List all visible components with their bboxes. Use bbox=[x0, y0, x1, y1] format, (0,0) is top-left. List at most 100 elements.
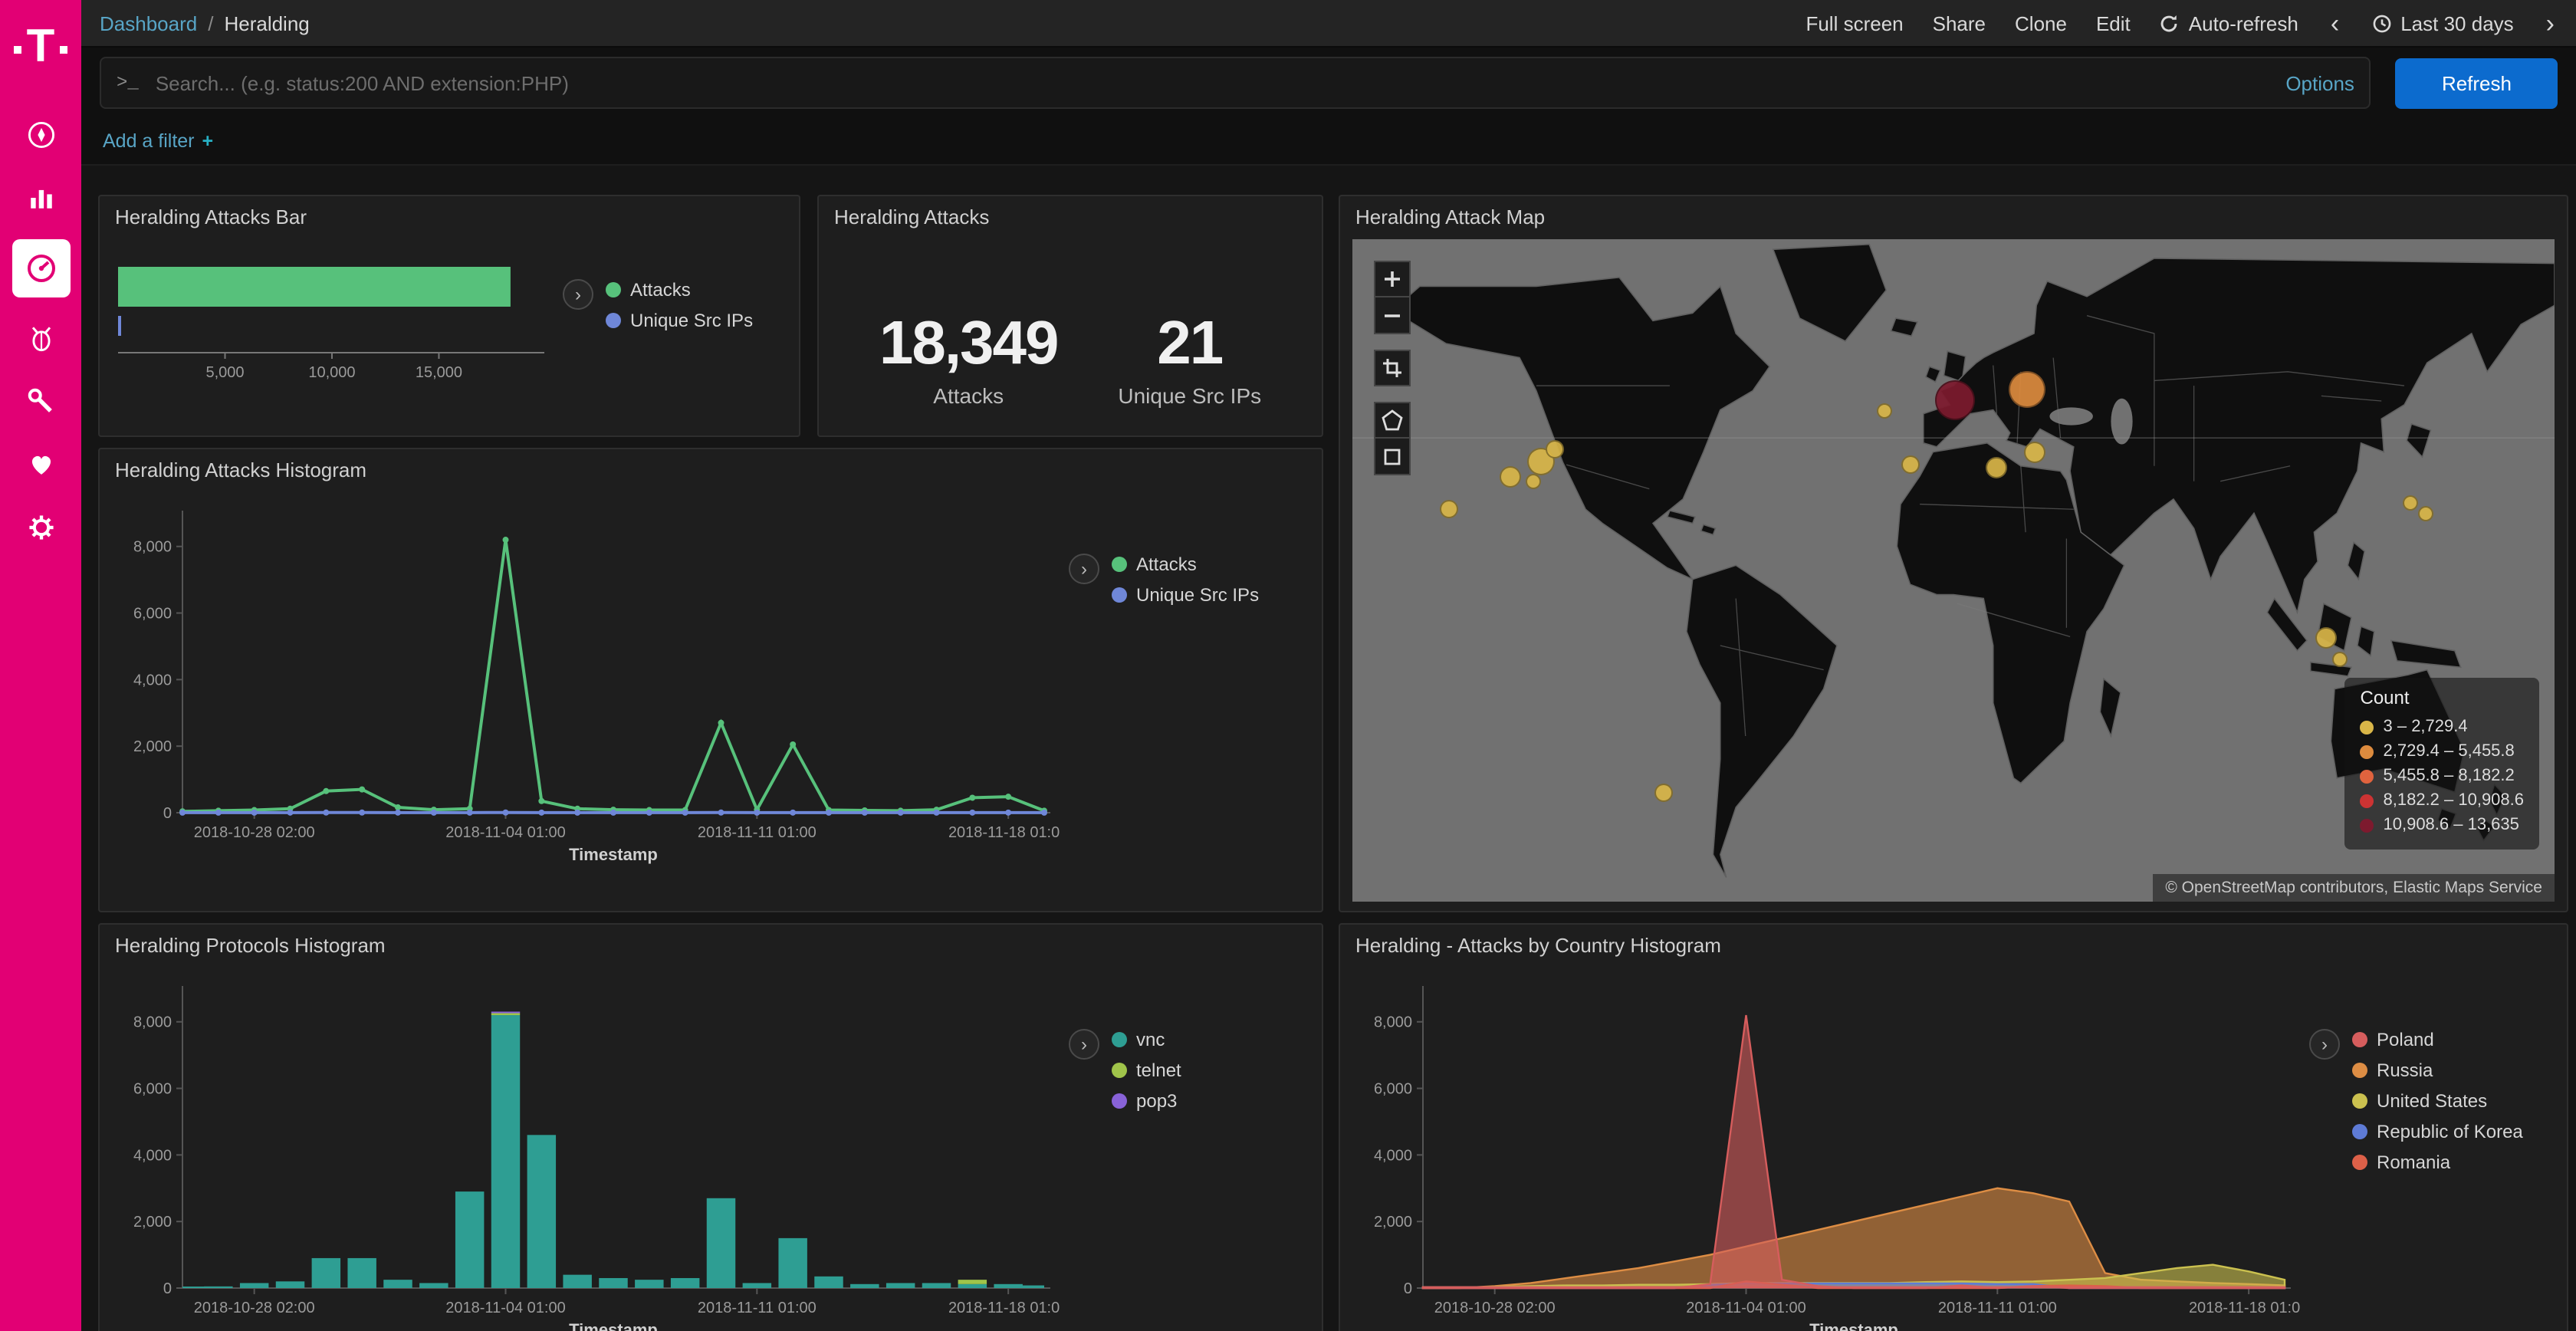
legend-collapse-button[interactable]: › bbox=[563, 279, 593, 310]
svg-text:6,000: 6,000 bbox=[1374, 1081, 1412, 1098]
zoom-out-button[interactable] bbox=[1374, 297, 1411, 334]
svg-text:2018-10-28 02:00: 2018-10-28 02:00 bbox=[194, 1300, 315, 1316]
metric-unique-src-ips: 21 Unique Src IPs bbox=[1118, 310, 1261, 408]
attack-bubble[interactable] bbox=[1901, 456, 1920, 475]
panel-title: Heralding Attacks Bar bbox=[100, 196, 799, 239]
sidebar-item-monitoring[interactable] bbox=[19, 443, 62, 486]
sidebar-item-management[interactable] bbox=[19, 506, 62, 549]
legend-item[interactable]: Attacks bbox=[1112, 554, 1259, 575]
edit-button[interactable]: Edit bbox=[2096, 12, 2131, 35]
map-legend-swatch bbox=[2361, 818, 2374, 832]
legend-label: Russia bbox=[2377, 1060, 2433, 1081]
full-screen-button[interactable]: Full screen bbox=[1806, 12, 1903, 35]
legend-item[interactable]: Romania bbox=[2352, 1152, 2523, 1173]
attack-bubble[interactable] bbox=[1654, 783, 1673, 801]
plus-icon bbox=[1383, 270, 1401, 288]
map-controls bbox=[1374, 261, 1411, 491]
map-legend-title: Count bbox=[2361, 687, 2525, 708]
legend-item[interactable]: Attacks bbox=[606, 279, 753, 301]
panel-title: Heralding - Attacks by Country Histogram bbox=[1340, 925, 2567, 968]
bug-icon bbox=[24, 322, 58, 356]
legend-item[interactable]: vnc bbox=[1112, 1029, 1181, 1050]
svg-text:2,000: 2,000 bbox=[1374, 1214, 1412, 1231]
svg-text:0: 0 bbox=[163, 1280, 172, 1297]
query-bar: >_ Options Refresh bbox=[81, 48, 2576, 118]
attack-bubble[interactable] bbox=[2009, 370, 2045, 407]
svg-text:8,000: 8,000 bbox=[133, 539, 172, 556]
kibana-dashboard: T bbox=[0, 0, 2576, 1331]
minus-icon bbox=[1383, 306, 1401, 324]
auto-refresh-button[interactable]: Auto-refresh bbox=[2160, 12, 2298, 35]
legend-swatch bbox=[2352, 1124, 2367, 1139]
wrench-icon bbox=[24, 385, 58, 419]
attack-bubble[interactable] bbox=[1439, 500, 1457, 518]
map-legend-swatch bbox=[2361, 769, 2374, 783]
time-range-label: Last 30 days bbox=[2400, 12, 2513, 35]
draw-rectangle-button[interactable] bbox=[1374, 439, 1411, 475]
sidebar: T bbox=[0, 0, 81, 1331]
legend-item[interactable]: telnet bbox=[1112, 1060, 1181, 1081]
sidebar-item-visualize[interactable] bbox=[19, 176, 62, 219]
attack-bubble[interactable] bbox=[2315, 626, 2337, 648]
attacks-histogram-chart: 02,0004,0006,0008,0002018-10-28 02:00201… bbox=[109, 498, 1060, 873]
attack-bubble[interactable] bbox=[1935, 380, 1975, 419]
metric-value: 18,349 bbox=[879, 310, 1058, 379]
panel-attacks-histogram: Heralding Attacks Histogram 02,0004,0006… bbox=[98, 448, 1323, 912]
add-filter-plus-icon[interactable]: + bbox=[202, 130, 214, 152]
attack-bubble[interactable] bbox=[1525, 474, 1540, 489]
legend-swatch bbox=[2352, 1093, 2367, 1109]
map-legend-swatch bbox=[2361, 744, 2374, 758]
map-legend-label: 2,729.4 – 5,455.8 bbox=[2384, 739, 2515, 764]
clone-button[interactable]: Clone bbox=[2015, 12, 2067, 35]
legend-collapse-button[interactable]: › bbox=[2309, 1029, 2340, 1060]
svg-text:2018-11-11 01:00: 2018-11-11 01:00 bbox=[698, 1300, 816, 1316]
legend-swatch bbox=[1112, 1032, 1127, 1047]
legend-item[interactable]: Republic of Korea bbox=[2352, 1121, 2523, 1142]
svg-text:Timestamp: Timestamp bbox=[569, 845, 658, 864]
legend-label: United States bbox=[2377, 1090, 2487, 1112]
panel-body: 02,0004,0006,0008,0002018-10-28 02:00201… bbox=[1340, 968, 2567, 1331]
legend-item[interactable]: United States bbox=[2352, 1090, 2523, 1112]
legend-item[interactable]: pop3 bbox=[1112, 1090, 1181, 1112]
panel-title: Heralding Attacks Histogram bbox=[100, 449, 1322, 492]
map-legend-row: 10,908.6 – 13,635 bbox=[2361, 813, 2525, 837]
svg-text:Timestamp: Timestamp bbox=[569, 1320, 658, 1331]
legend-label: Unique Src IPs bbox=[1136, 584, 1259, 606]
legend-label: vnc bbox=[1136, 1029, 1165, 1050]
panel-body: 02,0004,0006,0008,0002018-10-28 02:00201… bbox=[100, 968, 1322, 1331]
legend-item[interactable]: Poland bbox=[2352, 1029, 2523, 1050]
sidebar-item-dev-tools[interactable] bbox=[19, 380, 62, 423]
map-legend-row: 2,729.4 – 5,455.8 bbox=[2361, 739, 2525, 764]
time-back-button[interactable]: ‹ bbox=[2328, 10, 2342, 36]
panel-attack-map: Heralding Attack Map bbox=[1339, 195, 2568, 912]
svg-text:Timestamp: Timestamp bbox=[1809, 1320, 1898, 1331]
legend-item[interactable]: Unique Src IPs bbox=[606, 310, 753, 331]
zoom-in-button[interactable] bbox=[1374, 261, 1411, 297]
legend-item[interactable]: Unique Src IPs bbox=[1112, 584, 1259, 606]
draw-polygon-button[interactable] bbox=[1374, 402, 1411, 439]
refresh-button[interactable]: Refresh bbox=[2396, 58, 2558, 108]
legend-item[interactable]: Russia bbox=[2352, 1060, 2523, 1081]
time-forward-button[interactable]: › bbox=[2543, 10, 2558, 36]
sidebar-item-tpot[interactable] bbox=[19, 317, 62, 360]
legend-collapse-button[interactable]: › bbox=[1069, 554, 1099, 584]
svg-text:4,000: 4,000 bbox=[1374, 1147, 1412, 1164]
legend-collapse-button[interactable]: › bbox=[1069, 1029, 1099, 1060]
search-input[interactable] bbox=[153, 70, 2272, 96]
share-button[interactable]: Share bbox=[1933, 12, 1986, 35]
query-prompt-icon: >_ bbox=[117, 72, 139, 94]
sidebar-item-discover[interactable] bbox=[19, 113, 62, 156]
query-options-link[interactable]: Options bbox=[2285, 71, 2354, 94]
map-attribution[interactable]: © OpenStreetMap contributors, Elastic Ma… bbox=[2153, 874, 2555, 902]
map-canvas: Count 3 – 2,729.42,729.4 – 5,455.85,455.… bbox=[1352, 239, 2555, 902]
sidebar-item-dashboard[interactable] bbox=[12, 239, 70, 297]
logo-square-right bbox=[59, 45, 67, 53]
legend-swatch bbox=[1112, 557, 1127, 572]
spatial-filter-button[interactable] bbox=[1374, 350, 1411, 386]
add-filter-link[interactable]: Add a filter bbox=[103, 130, 195, 152]
time-range-button[interactable]: Last 30 days bbox=[2371, 12, 2513, 35]
breadcrumb-dashboard-link[interactable]: Dashboard bbox=[100, 12, 197, 35]
svg-text:2018-11-11 01:00: 2018-11-11 01:00 bbox=[698, 824, 816, 841]
logo-square-left bbox=[15, 45, 22, 53]
crop-icon bbox=[1382, 357, 1403, 379]
